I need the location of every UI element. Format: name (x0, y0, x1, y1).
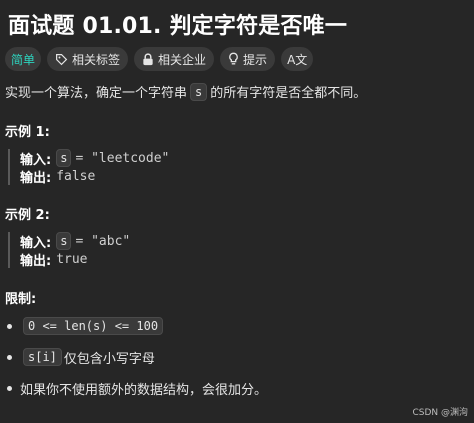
hints-button[interactable]: 提示 (220, 47, 276, 71)
description-text-after: 的所有字符是否全都不同。 (210, 86, 367, 101)
related-tags-label: 相关标签 (72, 52, 121, 67)
input-value: = "abc" (75, 233, 131, 249)
input-value: = "leetcode" (75, 150, 170, 166)
example-1-input: 输入: s = "leetcode" (20, 149, 228, 168)
tag-bar: 简单 相关标签 相关企业 提示 A文 (5, 47, 314, 71)
constraints-list: 0 <= len(s) <= 100 s[i] 仅包含小写字母 如果你不使用额外… (5, 316, 267, 409)
related-tags-button[interactable]: 相关标签 (47, 47, 129, 71)
input-label: 输入: (20, 235, 52, 251)
lightbulb-icon (228, 52, 239, 66)
watermark: CSDN @渊洵 (412, 408, 468, 418)
output-label: 输出: (20, 170, 52, 186)
example-2-output: 输出: true (20, 250, 228, 269)
example-1-output: 输出: false (20, 167, 228, 186)
constraints-title: 限制: (5, 292, 37, 307)
list-item: s[i] 仅包含小写字母 (5, 347, 267, 367)
example-2-title: 示例 2: (5, 208, 50, 223)
input-label: 输入: (20, 152, 52, 168)
list-item: 0 <= len(s) <= 100 (5, 316, 267, 336)
input-var: s (56, 232, 72, 250)
output-value: false (56, 168, 96, 184)
tag-icon (55, 53, 68, 66)
difficulty-label: 简单 (11, 52, 36, 67)
difficulty-badge[interactable]: 简单 (5, 47, 42, 71)
related-companies-label: 相关企业 (158, 52, 207, 67)
constraint-text: 仅包含小写字母 (63, 351, 155, 367)
translate-icon: A文 (287, 52, 308, 67)
translate-button[interactable]: A文 (281, 47, 314, 71)
bullet-dot (7, 354, 12, 360)
description-code: s (190, 82, 208, 101)
example-1-title: 示例 1: (5, 125, 50, 140)
problem-description: 实现一个算法，确定一个字符串 s 的所有字符是否全都不同。 (5, 82, 366, 101)
bullet-dot (7, 385, 12, 391)
example-2-block: 输入: s = "abc" 输出: true (8, 232, 228, 269)
problem-title: 面试题 01.01. 判定字符是否唯一 (8, 14, 348, 39)
output-value: true (56, 251, 88, 267)
example-2-input: 输入: s = "abc" (20, 232, 228, 251)
description-text-before: 实现一个算法，确定一个字符串 (5, 86, 188, 101)
constraint-text: 如果你不使用额外的数据结构，会很加分。 (20, 382, 268, 398)
input-var: s (56, 149, 72, 167)
list-item: 如果你不使用额外的数据结构，会很加分。 (5, 378, 267, 398)
example-1-block: 输入: s = "leetcode" 输出: false (8, 149, 228, 186)
hints-label: 提示 (243, 52, 268, 67)
output-label: 输出: (20, 253, 52, 269)
constraint-code: s[i] (23, 348, 62, 366)
lock-icon (142, 52, 154, 66)
related-companies-button[interactable]: 相关企业 (134, 47, 215, 71)
constraint-code: 0 <= len(s) <= 100 (23, 317, 164, 335)
bullet-dot (7, 323, 12, 329)
